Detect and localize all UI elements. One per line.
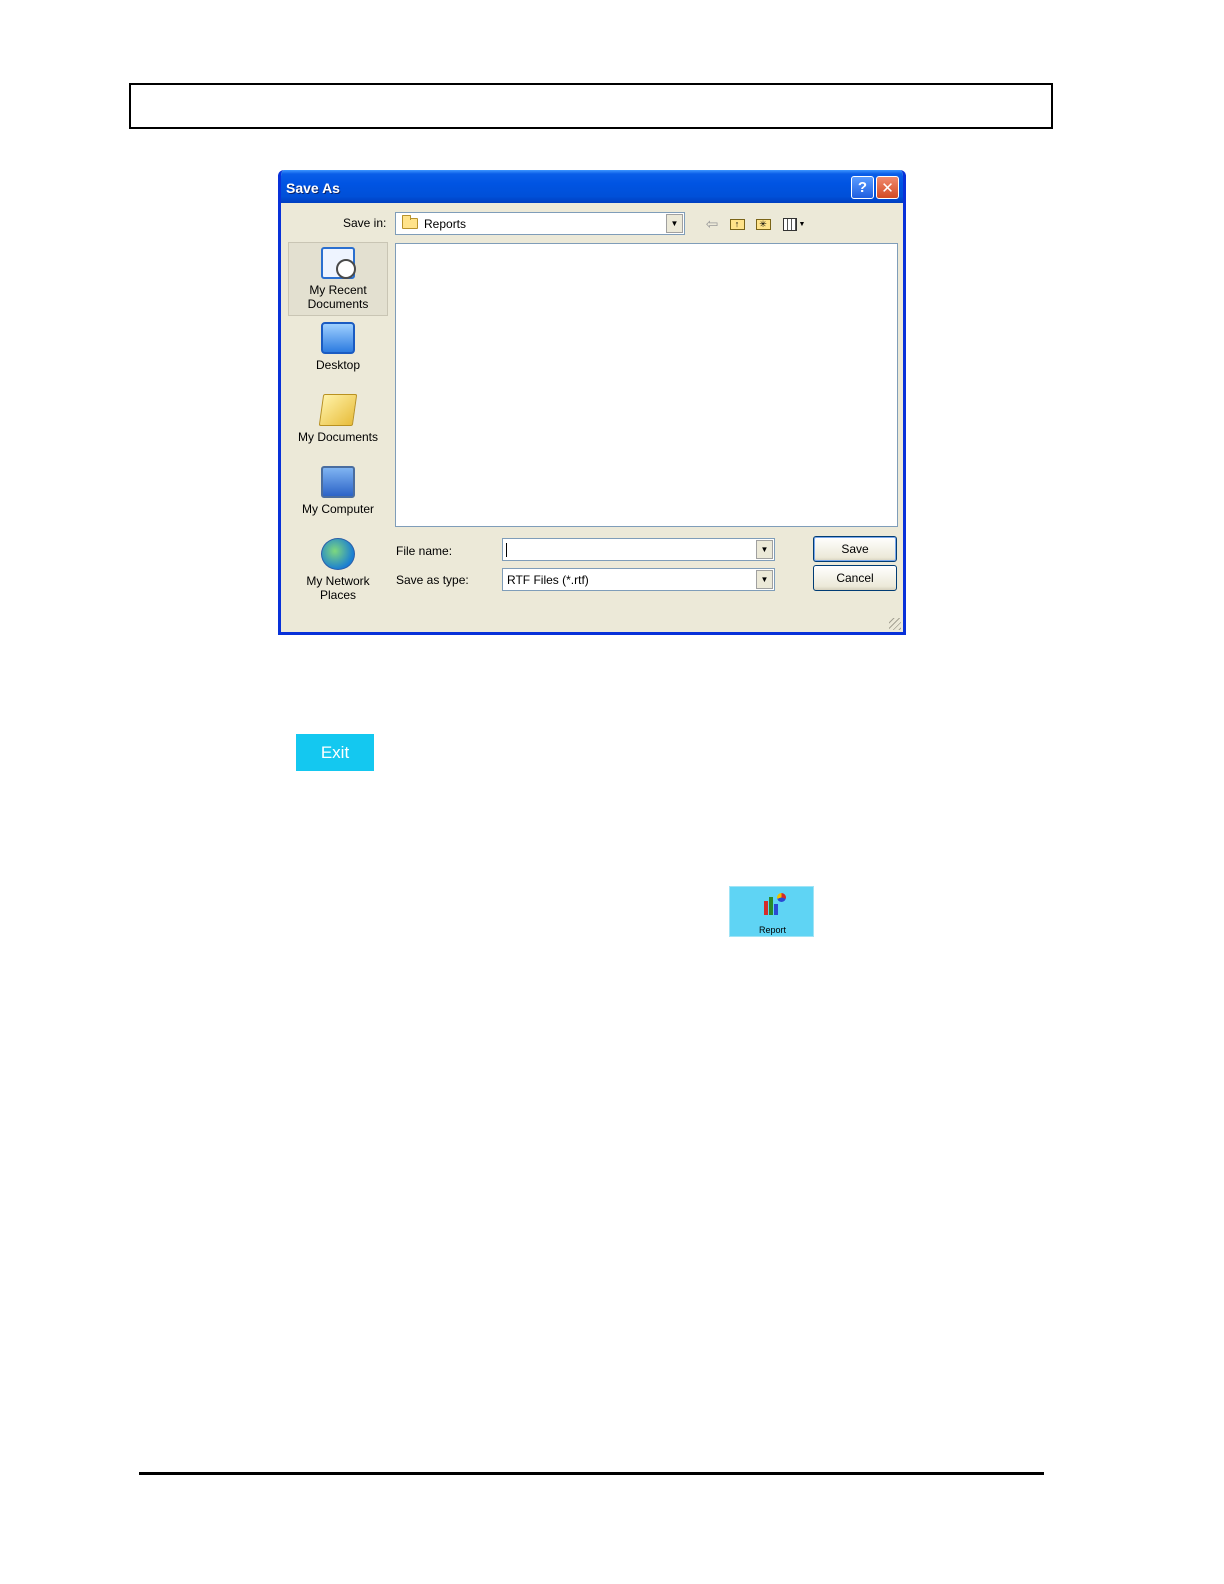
resize-grip-icon[interactable] — [889, 618, 901, 630]
help-icon: ? — [857, 179, 868, 196]
close-button[interactable]: ✕ — [876, 176, 899, 199]
save-as-type-label: Save as type: — [396, 573, 469, 587]
place-label: My Computer — [301, 502, 375, 516]
save-as-type-value: RTF Files (*.rtf) — [507, 573, 589, 587]
back-icon[interactable]: ⇦ — [702, 214, 722, 234]
exit-button[interactable]: Exit — [296, 734, 374, 771]
place-label: My Recent Documents — [307, 283, 369, 311]
place-my-recent-documents[interactable]: My Recent Documents — [288, 242, 388, 316]
close-icon: ✕ — [881, 179, 894, 197]
text-caret — [506, 543, 507, 557]
up-one-level-icon[interactable]: ↑ — [727, 214, 747, 234]
save-as-type-dropdown[interactable]: RTF Files (*.rtf) ▼ — [502, 568, 775, 591]
file-name-field[interactable]: ▼ — [502, 538, 775, 561]
file-list[interactable] — [395, 243, 898, 527]
folder-icon — [402, 215, 418, 229]
report-button[interactable]: Report — [729, 886, 814, 937]
save-button[interactable]: Save — [813, 536, 897, 562]
place-label: Desktop — [315, 358, 361, 372]
network-places-icon — [321, 538, 355, 570]
header-box — [129, 83, 1053, 129]
recent-documents-icon — [321, 247, 356, 279]
my-computer-icon — [321, 466, 355, 498]
chevron-down-icon[interactable]: ▼ — [756, 570, 773, 589]
report-label: Report — [758, 925, 786, 935]
place-my-network-places[interactable]: My Network Places — [288, 534, 388, 606]
save-in-dropdown[interactable]: Reports ▼ — [395, 212, 685, 235]
views-menu-icon[interactable]: ▼ — [779, 214, 809, 234]
my-documents-icon — [318, 394, 358, 426]
chevron-down-icon[interactable]: ▼ — [756, 540, 773, 559]
place-label: My Network Places — [306, 574, 370, 602]
dialog-title: Save As — [286, 180, 340, 196]
save-in-label: Save in: — [343, 216, 387, 230]
new-folder-icon[interactable]: ✳ — [753, 214, 773, 234]
place-my-documents[interactable]: My Documents — [288, 390, 388, 456]
cancel-button[interactable]: Cancel — [813, 565, 897, 591]
dialog-titlebar[interactable]: Save As ? ✕ — [281, 170, 903, 203]
chevron-down-icon[interactable]: ▼ — [666, 214, 683, 233]
save-as-dialog: Save As ? ✕ Save in: Reports ▼ ⇦ ↑ ✳ ▼ M… — [278, 170, 906, 635]
desktop-icon — [321, 322, 355, 354]
save-in-value: Reports — [424, 217, 467, 231]
report-chart-icon — [763, 893, 786, 915]
places-bar: My Recent Documents Desktop My Documents… — [288, 242, 388, 612]
help-button[interactable]: ? — [851, 176, 874, 199]
place-my-computer[interactable]: My Computer — [288, 462, 388, 528]
place-label: My Documents — [297, 430, 379, 444]
file-name-label: File name: — [396, 544, 453, 558]
place-desktop[interactable]: Desktop — [288, 320, 388, 382]
bottom-rule — [139, 1472, 1044, 1475]
